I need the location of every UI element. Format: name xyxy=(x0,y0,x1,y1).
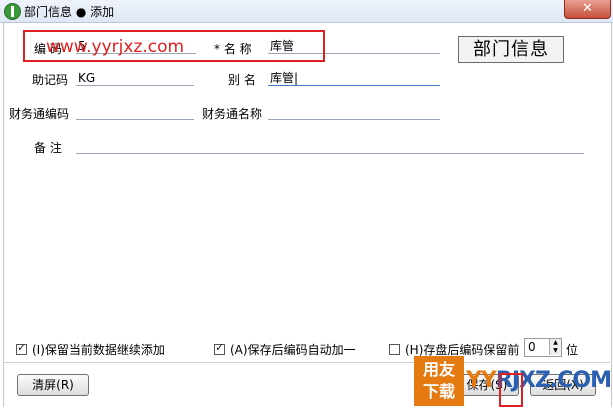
save-highlight-box xyxy=(499,373,523,407)
close-button[interactable]: ✕ xyxy=(564,0,611,19)
window-title: 部门信息 ● 添加 xyxy=(24,5,115,19)
stepper-down-icon[interactable]: ▼ xyxy=(549,347,561,355)
title-bar: 部门信息 ● 添加 ✕ xyxy=(0,0,613,23)
alias-field[interactable] xyxy=(268,70,440,86)
keep-data-option[interactable]: (I)保留当前数据继续添加 xyxy=(16,341,165,358)
prefix-count-value: 0 xyxy=(528,340,536,354)
watermark-url: www.yyrjxz.com xyxy=(46,37,185,57)
keep-prefix-checkbox[interactable] xyxy=(389,344,400,355)
logo-text-yy: YY xyxy=(466,368,497,393)
finance-name-field[interactable] xyxy=(268,104,440,120)
mnemonic-field[interactable] xyxy=(76,70,194,86)
app-icon xyxy=(4,3,21,20)
finance-code-label: 财务通编码 xyxy=(9,107,70,121)
remark-field[interactable] xyxy=(76,138,584,154)
footer-divider xyxy=(3,362,610,363)
prefix-count-stepper[interactable]: 0 ▲ ▼ xyxy=(524,338,562,357)
clear-button[interactable]: 清屏(R) xyxy=(17,374,89,396)
mnemonic-label: 助记码 xyxy=(32,73,69,87)
finance-name-label: 财务通名称 xyxy=(202,107,263,121)
remark-label: 备 注 xyxy=(34,141,62,155)
alias-label: 别 名 xyxy=(228,73,256,87)
site-logo-badge: 用友 下载 xyxy=(414,356,464,406)
logo-cn-bottom: 下载 xyxy=(422,382,455,401)
auto-increment-label: (A)保存后编码自动加一 xyxy=(230,343,356,357)
keep-data-checkbox[interactable] xyxy=(16,341,27,355)
department-info-stamp: 部门信息 xyxy=(458,36,564,63)
prefix-unit-label: 位 xyxy=(566,343,579,357)
logo-cn-top: 用友 xyxy=(422,360,455,379)
site-logo-text: YYRJXZ.COM xyxy=(466,368,612,393)
auto-increment-option[interactable]: (A)保存后编码自动加一 xyxy=(214,341,356,358)
auto-increment-checkbox[interactable] xyxy=(214,341,225,355)
finance-code-field[interactable] xyxy=(76,104,194,120)
keep-data-label: (I)保留当前数据继续添加 xyxy=(32,343,165,357)
stepper-up-icon[interactable]: ▲ xyxy=(549,339,561,347)
